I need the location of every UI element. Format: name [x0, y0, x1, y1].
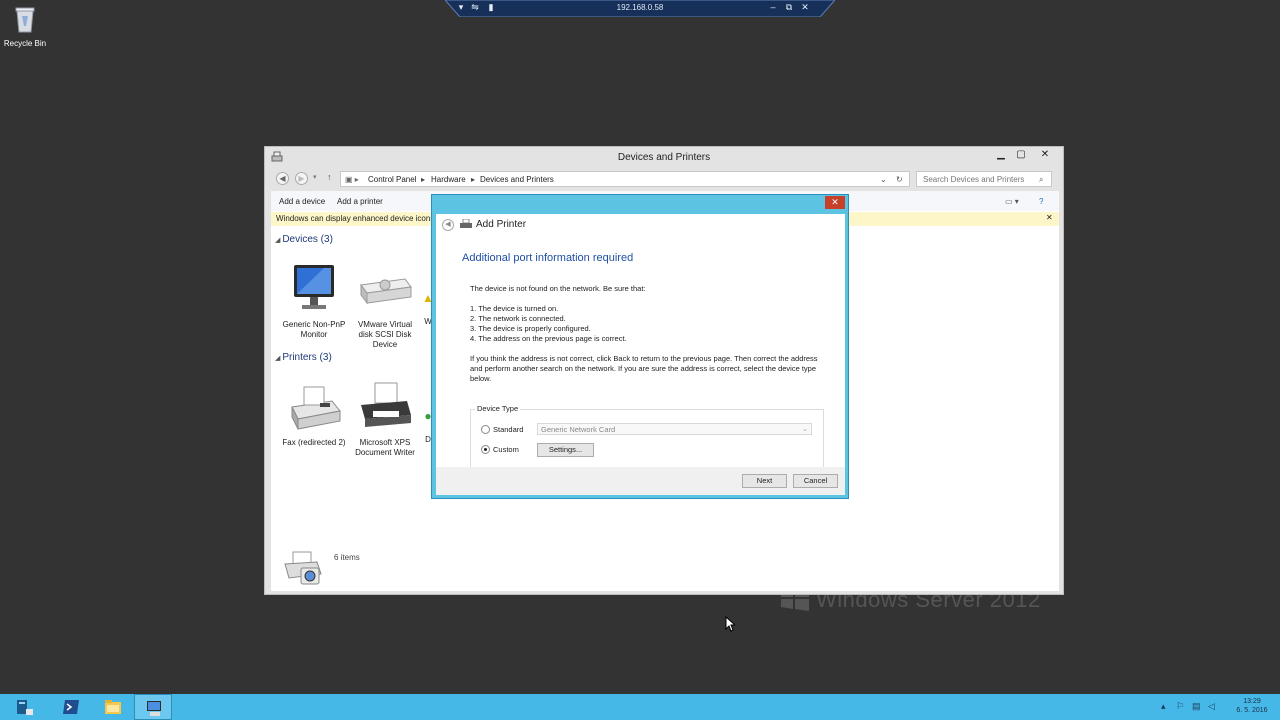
- device-disk[interactable]: VMware Virtual disk SCSI Disk Device: [350, 263, 420, 350]
- add-printer-dialog: ✕ ◀ Add Printer Additional port informat…: [431, 194, 849, 499]
- add-printer-command[interactable]: Add a printer: [337, 197, 383, 206]
- monitor-icon: [294, 265, 334, 309]
- flag-icon[interactable]: ⚐: [1176, 701, 1184, 712]
- infobar-close-icon[interactable]: ✕: [1046, 213, 1053, 222]
- printer-fax[interactable]: Fax (redirected 2): [279, 381, 349, 448]
- recycle-bin[interactable]: Recycle Bin: [2, 4, 48, 48]
- checklist-item: 4. The address on the previous page is c…: [470, 334, 627, 343]
- network-icon[interactable]: ▤: [1192, 701, 1201, 712]
- settings-button[interactable]: Settings...: [537, 443, 594, 457]
- chevron-down-icon: ⌄: [801, 424, 808, 433]
- minimize-button[interactable]: ▁: [991, 149, 1011, 163]
- back-button[interactable]: ◀: [276, 172, 289, 185]
- intro-text: The device is not found on the network. …: [470, 284, 646, 293]
- item-count: 6 items: [334, 553, 360, 562]
- file-explorer-button[interactable]: [94, 694, 132, 720]
- printer-label: Fax (redirected 2): [282, 438, 346, 447]
- standard-option[interactable]: Standard: [481, 425, 523, 434]
- powershell-icon: [63, 700, 79, 714]
- cancel-button[interactable]: Cancel: [793, 474, 838, 488]
- fax-icon: [291, 386, 341, 430]
- breadcrumb-control-panel[interactable]: Control Panel: [368, 175, 416, 184]
- printer-label: Microsoft XPS Document Writer: [355, 438, 415, 457]
- device-type-legend: Device Type: [475, 404, 521, 413]
- device-label: VMware Virtual disk SCSI Disk Device: [357, 320, 413, 349]
- powershell-button[interactable]: [52, 694, 90, 720]
- breadcrumb-devices-and-printers[interactable]: Devices and Printers: [480, 175, 554, 184]
- dialog-heading: Additional port information required: [462, 252, 634, 264]
- devices-printers-taskbar-button[interactable]: [134, 694, 172, 720]
- search-input[interactable]: Search Devices and Printers ⌕: [916, 171, 1052, 187]
- devices-group-header[interactable]: Devices (3): [275, 234, 333, 245]
- refresh-icon[interactable]: ↻: [896, 175, 903, 184]
- custom-option[interactable]: Custom: [481, 445, 519, 454]
- dialog-close-button[interactable]: ✕: [825, 196, 845, 209]
- address-bar[interactable]: ▣ ▸ Control Panel ▸ Hardware ▸ Devices a…: [340, 171, 910, 187]
- device-type-group: Device Type Standard Generic Network Car…: [470, 404, 824, 472]
- system-tray: ▴ ⚐ ▤ ◁ 13:29 6. 5. 2016: [1158, 694, 1280, 720]
- add-device-command[interactable]: Add a device: [279, 197, 325, 206]
- breadcrumb-separator-icon[interactable]: ▸: [471, 175, 475, 184]
- checklist-item: 1. The device is turned on.: [470, 304, 559, 313]
- search-icon: ⌕: [1039, 175, 1044, 184]
- speaker-icon[interactable]: ◁: [1208, 701, 1215, 712]
- start-button[interactable]: [5, 694, 43, 720]
- details-pane: 6 items: [283, 548, 483, 588]
- printer-icon: [361, 382, 411, 427]
- custom-radio[interactable]: [481, 445, 490, 454]
- standard-radio[interactable]: [481, 425, 490, 434]
- devices-printers-large-icon: [284, 551, 322, 585]
- checklist-item: 2. The network is connected.: [470, 314, 566, 323]
- taskbar: ▴ ⚐ ▤ ◁ 13:29 6. 5. 2016: [0, 694, 1280, 720]
- folder-icon: [105, 700, 121, 714]
- up-arrow-icon[interactable]: ↑: [327, 172, 332, 182]
- dialog-title: Add Printer: [476, 219, 527, 230]
- navigation-row: ◀ ▶ ▾ ↑ ▣ ▸ Control Panel ▸ Hardware ▸ D…: [273, 171, 1055, 187]
- clock[interactable]: 13:29 6. 5. 2016: [1230, 697, 1274, 715]
- recycle-bin-icon: [15, 7, 35, 33]
- close-button[interactable]: ✕: [1035, 149, 1055, 163]
- window-title: Devices and Printers: [617, 152, 711, 163]
- printers-group-header[interactable]: Printers (3): [275, 352, 331, 363]
- dialog-content: ◀ Add Printer Additional port informatio…: [436, 214, 845, 495]
- device-monitor[interactable]: Generic Non-PnP Monitor: [279, 263, 349, 340]
- view-options-icon[interactable]: ▭ ▾: [1005, 197, 1019, 206]
- devices-printers-icon: [147, 701, 161, 716]
- checklist-item: 3. The device is properly configured.: [470, 324, 591, 333]
- maximize-button[interactable]: ▢: [1011, 149, 1031, 163]
- help-icon[interactable]: ?: [1039, 197, 1043, 206]
- recycle-bin-label: Recycle Bin: [3, 39, 47, 48]
- next-button[interactable]: Next: [742, 474, 787, 488]
- instruction-text: If you think the address is not correct,…: [470, 354, 818, 383]
- mouse-cursor-icon: [725, 616, 735, 632]
- device-type-select[interactable]: Generic Network Card ⌄: [537, 423, 812, 435]
- breadcrumb-hardware[interactable]: Hardware: [431, 175, 466, 184]
- dialog-body: The device is not found on the network. …: [470, 284, 830, 384]
- dialog-header: ◀ Add Printer: [436, 214, 845, 236]
- tray-expand-icon[interactable]: ▴: [1161, 701, 1166, 712]
- minimize-icon[interactable]: –: [767, 2, 779, 12]
- recent-dropdown-icon[interactable]: ▾: [313, 173, 317, 181]
- device-label: Generic Non-PnP Monitor: [282, 320, 346, 339]
- disk-drive-icon: [360, 278, 412, 305]
- close-icon[interactable]: ✕: [799, 2, 811, 13]
- clock-time: 13:29: [1243, 698, 1261, 705]
- address-dropdown-icon[interactable]: ⌄: [880, 175, 887, 184]
- server-manager-icon: [17, 700, 33, 715]
- forward-button[interactable]: ▶: [295, 172, 308, 185]
- printer-small-icon: [460, 219, 472, 228]
- remote-desktop-bar[interactable]: ⇋ ▮ ▾ 192.168.0.58 – ⧉ ✕: [445, 0, 835, 17]
- dialog-footer: Next Cancel: [436, 467, 845, 495]
- printer-xps[interactable]: Microsoft XPS Document Writer: [350, 381, 420, 458]
- back-arrow-icon[interactable]: ◀: [442, 219, 454, 231]
- breadcrumb-separator-icon[interactable]: ▸: [421, 175, 425, 184]
- clock-date: 6. 5. 2016: [1236, 707, 1268, 714]
- checklist: 1. The device is turned on. 2. The netwo…: [470, 304, 830, 344]
- restore-icon[interactable]: ⧉: [783, 2, 795, 13]
- control-panel-icon: ▣ ▸: [345, 175, 359, 184]
- title-bar[interactable]: Devices and Printers ▁ ▢ ✕: [265, 147, 1063, 167]
